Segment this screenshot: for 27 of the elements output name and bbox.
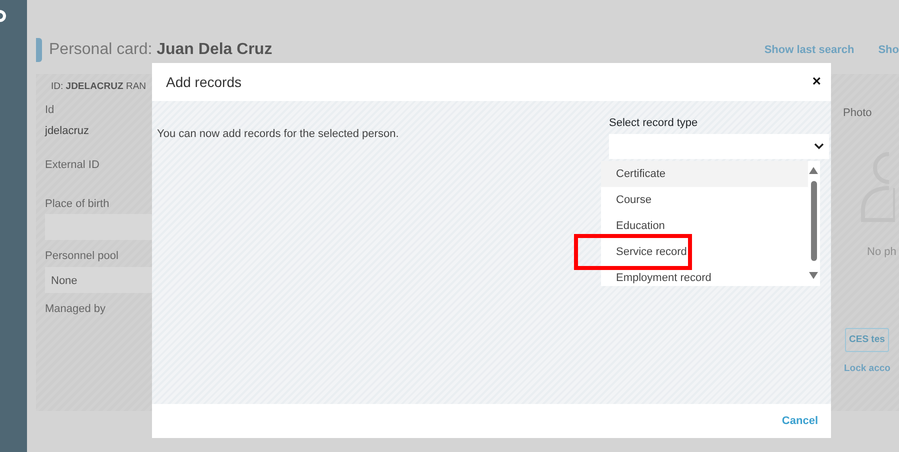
field-label: Personnel pool bbox=[45, 249, 120, 264]
dropdown-option[interactable]: Service record bbox=[601, 239, 808, 265]
chevron-down-icon bbox=[814, 142, 824, 150]
close-button[interactable]: × bbox=[808, 70, 825, 94]
input-field[interactable]: None bbox=[45, 266, 155, 293]
dropdown-option[interactable]: Employment record bbox=[601, 265, 808, 291]
dropdown-option[interactable]: Education bbox=[601, 213, 808, 239]
field-label: Place of birth bbox=[45, 196, 110, 212]
dropdown-option[interactable]: Certificate bbox=[601, 161, 808, 187]
scroll-up-icon[interactable] bbox=[809, 167, 818, 174]
dialog-message: You can now add records for the selected person. bbox=[157, 127, 399, 142]
select-label: Select record type bbox=[609, 116, 699, 131]
select-field[interactable] bbox=[609, 134, 829, 158]
field-value: jdelacruz bbox=[45, 124, 90, 139]
page-title: Personal card: Juan Dela Cruz bbox=[49, 40, 272, 60]
scroll-down-icon[interactable] bbox=[809, 272, 818, 279]
field-label: External ID bbox=[45, 158, 100, 174]
dialog-title: Add records bbox=[166, 72, 242, 92]
photo-label: Photo bbox=[843, 106, 872, 121]
field-label: Managed by bbox=[45, 302, 107, 317]
id-line: ID: JDELACRUZ RAN bbox=[51, 80, 148, 94]
input-field[interactable] bbox=[45, 214, 155, 240]
field-label: Id bbox=[45, 103, 56, 118]
scrollbar-thumb[interactable] bbox=[811, 181, 817, 261]
dropdown-option[interactable]: Course bbox=[601, 187, 808, 213]
placeholder-caption: No ph bbox=[867, 244, 896, 260]
tab-marker bbox=[36, 38, 42, 62]
